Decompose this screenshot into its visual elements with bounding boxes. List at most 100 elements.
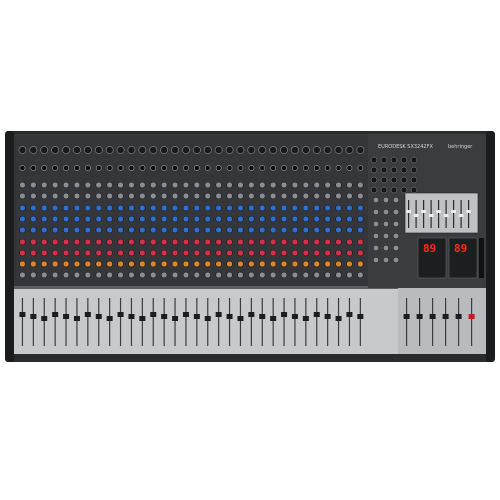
rotary-knob-icon[interactable] xyxy=(357,215,364,223)
fader-icon[interactable] xyxy=(95,314,102,319)
jack-input-icon[interactable] xyxy=(335,165,342,171)
rotary-knob-icon[interactable] xyxy=(84,249,91,257)
fader-icon[interactable] xyxy=(172,316,179,321)
rotary-knob-icon[interactable] xyxy=(346,249,353,257)
fader-icon[interactable] xyxy=(346,312,353,317)
jack-input-icon[interactable] xyxy=(370,166,378,174)
rotary-knob-icon[interactable] xyxy=(313,271,320,279)
rotary-knob-icon[interactable] xyxy=(248,226,255,234)
rotary-knob-icon[interactable] xyxy=(226,238,233,246)
rotary-knob-icon[interactable] xyxy=(52,238,59,246)
fader-icon[interactable] xyxy=(281,312,288,317)
rotary-knob-icon[interactable] xyxy=(128,181,135,189)
rotary-knob-icon[interactable] xyxy=(19,238,26,246)
rotary-knob-icon[interactable] xyxy=(139,271,146,279)
rotary-knob-icon[interactable] xyxy=(128,271,135,279)
xlr-input-icon[interactable] xyxy=(280,146,288,154)
jack-input-icon[interactable] xyxy=(370,176,378,184)
fader-icon[interactable] xyxy=(302,316,309,321)
rotary-knob-icon[interactable] xyxy=(291,215,299,223)
rotary-knob-icon[interactable] xyxy=(182,271,190,279)
rotary-knob-icon[interactable] xyxy=(259,249,266,257)
rotary-knob-icon[interactable] xyxy=(62,181,70,189)
xlr-input-icon[interactable] xyxy=(116,146,125,154)
rotary-knob-icon[interactable] xyxy=(95,249,102,257)
fader-icon[interactable] xyxy=(182,312,189,317)
jack-input-icon[interactable] xyxy=(400,156,408,164)
rotary-knob-icon[interactable] xyxy=(204,181,211,189)
rotary-knob-icon[interactable] xyxy=(280,238,288,246)
rotary-knob-icon[interactable] xyxy=(182,215,190,223)
rotary-knob-icon[interactable] xyxy=(302,260,310,268)
graphic-eq-icon[interactable] xyxy=(443,214,449,217)
rotary-knob-icon[interactable] xyxy=(150,271,157,279)
rotary-knob-icon[interactable] xyxy=(139,226,146,234)
rotary-knob-icon[interactable] xyxy=(237,204,244,212)
rotary-knob-icon[interactable] xyxy=(372,196,380,204)
rotary-knob-icon[interactable] xyxy=(259,260,266,268)
jack-input-icon[interactable] xyxy=(390,186,398,194)
fader-icon[interactable] xyxy=(150,312,157,317)
jack-input-icon[interactable] xyxy=(183,165,189,171)
jack-input-icon[interactable] xyxy=(380,176,388,184)
rotary-knob-icon[interactable] xyxy=(193,226,201,234)
xlr-input-icon[interactable] xyxy=(62,146,70,154)
rotary-knob-icon[interactable] xyxy=(346,215,353,223)
rotary-knob-icon[interactable] xyxy=(117,238,124,246)
fader-icon[interactable] xyxy=(335,316,342,321)
rotary-knob-icon[interactable] xyxy=(193,181,201,189)
rotary-knob-icon[interactable] xyxy=(324,271,331,279)
fader-icon[interactable] xyxy=(73,316,80,321)
rotary-knob-icon[interactable] xyxy=(161,192,168,200)
xlr-input-icon[interactable] xyxy=(18,146,27,154)
jack-input-icon[interactable] xyxy=(281,165,287,171)
rotary-knob-icon[interactable] xyxy=(117,249,124,257)
rotary-knob-icon[interactable] xyxy=(280,204,288,212)
rotary-knob-icon[interactable] xyxy=(357,226,364,234)
jack-input-icon[interactable] xyxy=(117,165,124,171)
rotary-knob-icon[interactable] xyxy=(161,215,168,223)
rotary-knob-icon[interactable] xyxy=(372,208,380,216)
rotary-knob-icon[interactable] xyxy=(324,192,331,200)
rotary-knob-icon[interactable] xyxy=(139,192,146,200)
rotary-knob-icon[interactable] xyxy=(346,181,353,189)
rotary-knob-icon[interactable] xyxy=(291,260,299,268)
rotary-knob-icon[interactable] xyxy=(30,249,37,257)
jack-input-icon[interactable] xyxy=(128,165,135,171)
rotary-knob-icon[interactable] xyxy=(117,271,124,279)
rotary-knob-icon[interactable] xyxy=(128,226,135,234)
rotary-knob-icon[interactable] xyxy=(335,249,342,257)
rotary-knob-icon[interactable] xyxy=(84,192,91,200)
xlr-input-icon[interactable] xyxy=(182,146,190,154)
rotary-knob-icon[interactable] xyxy=(62,238,70,246)
rotary-knob-icon[interactable] xyxy=(215,271,222,279)
rotary-knob-icon[interactable] xyxy=(30,260,37,268)
graphic-eq-icon[interactable] xyxy=(436,210,441,213)
rotary-knob-icon[interactable] xyxy=(215,181,222,189)
rotary-knob-icon[interactable] xyxy=(52,181,59,189)
rotary-knob-icon[interactable] xyxy=(106,249,113,257)
rotary-knob-icon[interactable] xyxy=(182,249,190,257)
rotary-knob-icon[interactable] xyxy=(291,226,299,234)
rotary-knob-icon[interactable] xyxy=(171,260,179,268)
xlr-input-icon[interactable] xyxy=(29,146,38,154)
rotary-knob-icon[interactable] xyxy=(392,208,400,216)
rotary-knob-icon[interactable] xyxy=(193,215,201,223)
rotary-knob-icon[interactable] xyxy=(52,192,59,200)
rotary-knob-icon[interactable] xyxy=(226,260,233,268)
fader-icon[interactable] xyxy=(19,312,26,317)
rotary-knob-icon[interactable] xyxy=(193,271,201,279)
rotary-knob-icon[interactable] xyxy=(237,249,244,257)
rotary-knob-icon[interactable] xyxy=(19,226,26,234)
rotary-knob-icon[interactable] xyxy=(335,226,342,234)
rotary-knob-icon[interactable] xyxy=(193,260,201,268)
rotary-knob-icon[interactable] xyxy=(150,181,157,189)
jack-input-icon[interactable] xyxy=(313,165,320,171)
jack-input-icon[interactable] xyxy=(357,165,364,171)
rotary-knob-icon[interactable] xyxy=(193,238,201,246)
jack-input-icon[interactable] xyxy=(259,165,266,171)
rotary-knob-icon[interactable] xyxy=(346,192,353,200)
rotary-knob-icon[interactable] xyxy=(324,260,331,268)
rotary-knob-icon[interactable] xyxy=(41,204,48,212)
rotary-knob-icon[interactable] xyxy=(335,192,342,200)
